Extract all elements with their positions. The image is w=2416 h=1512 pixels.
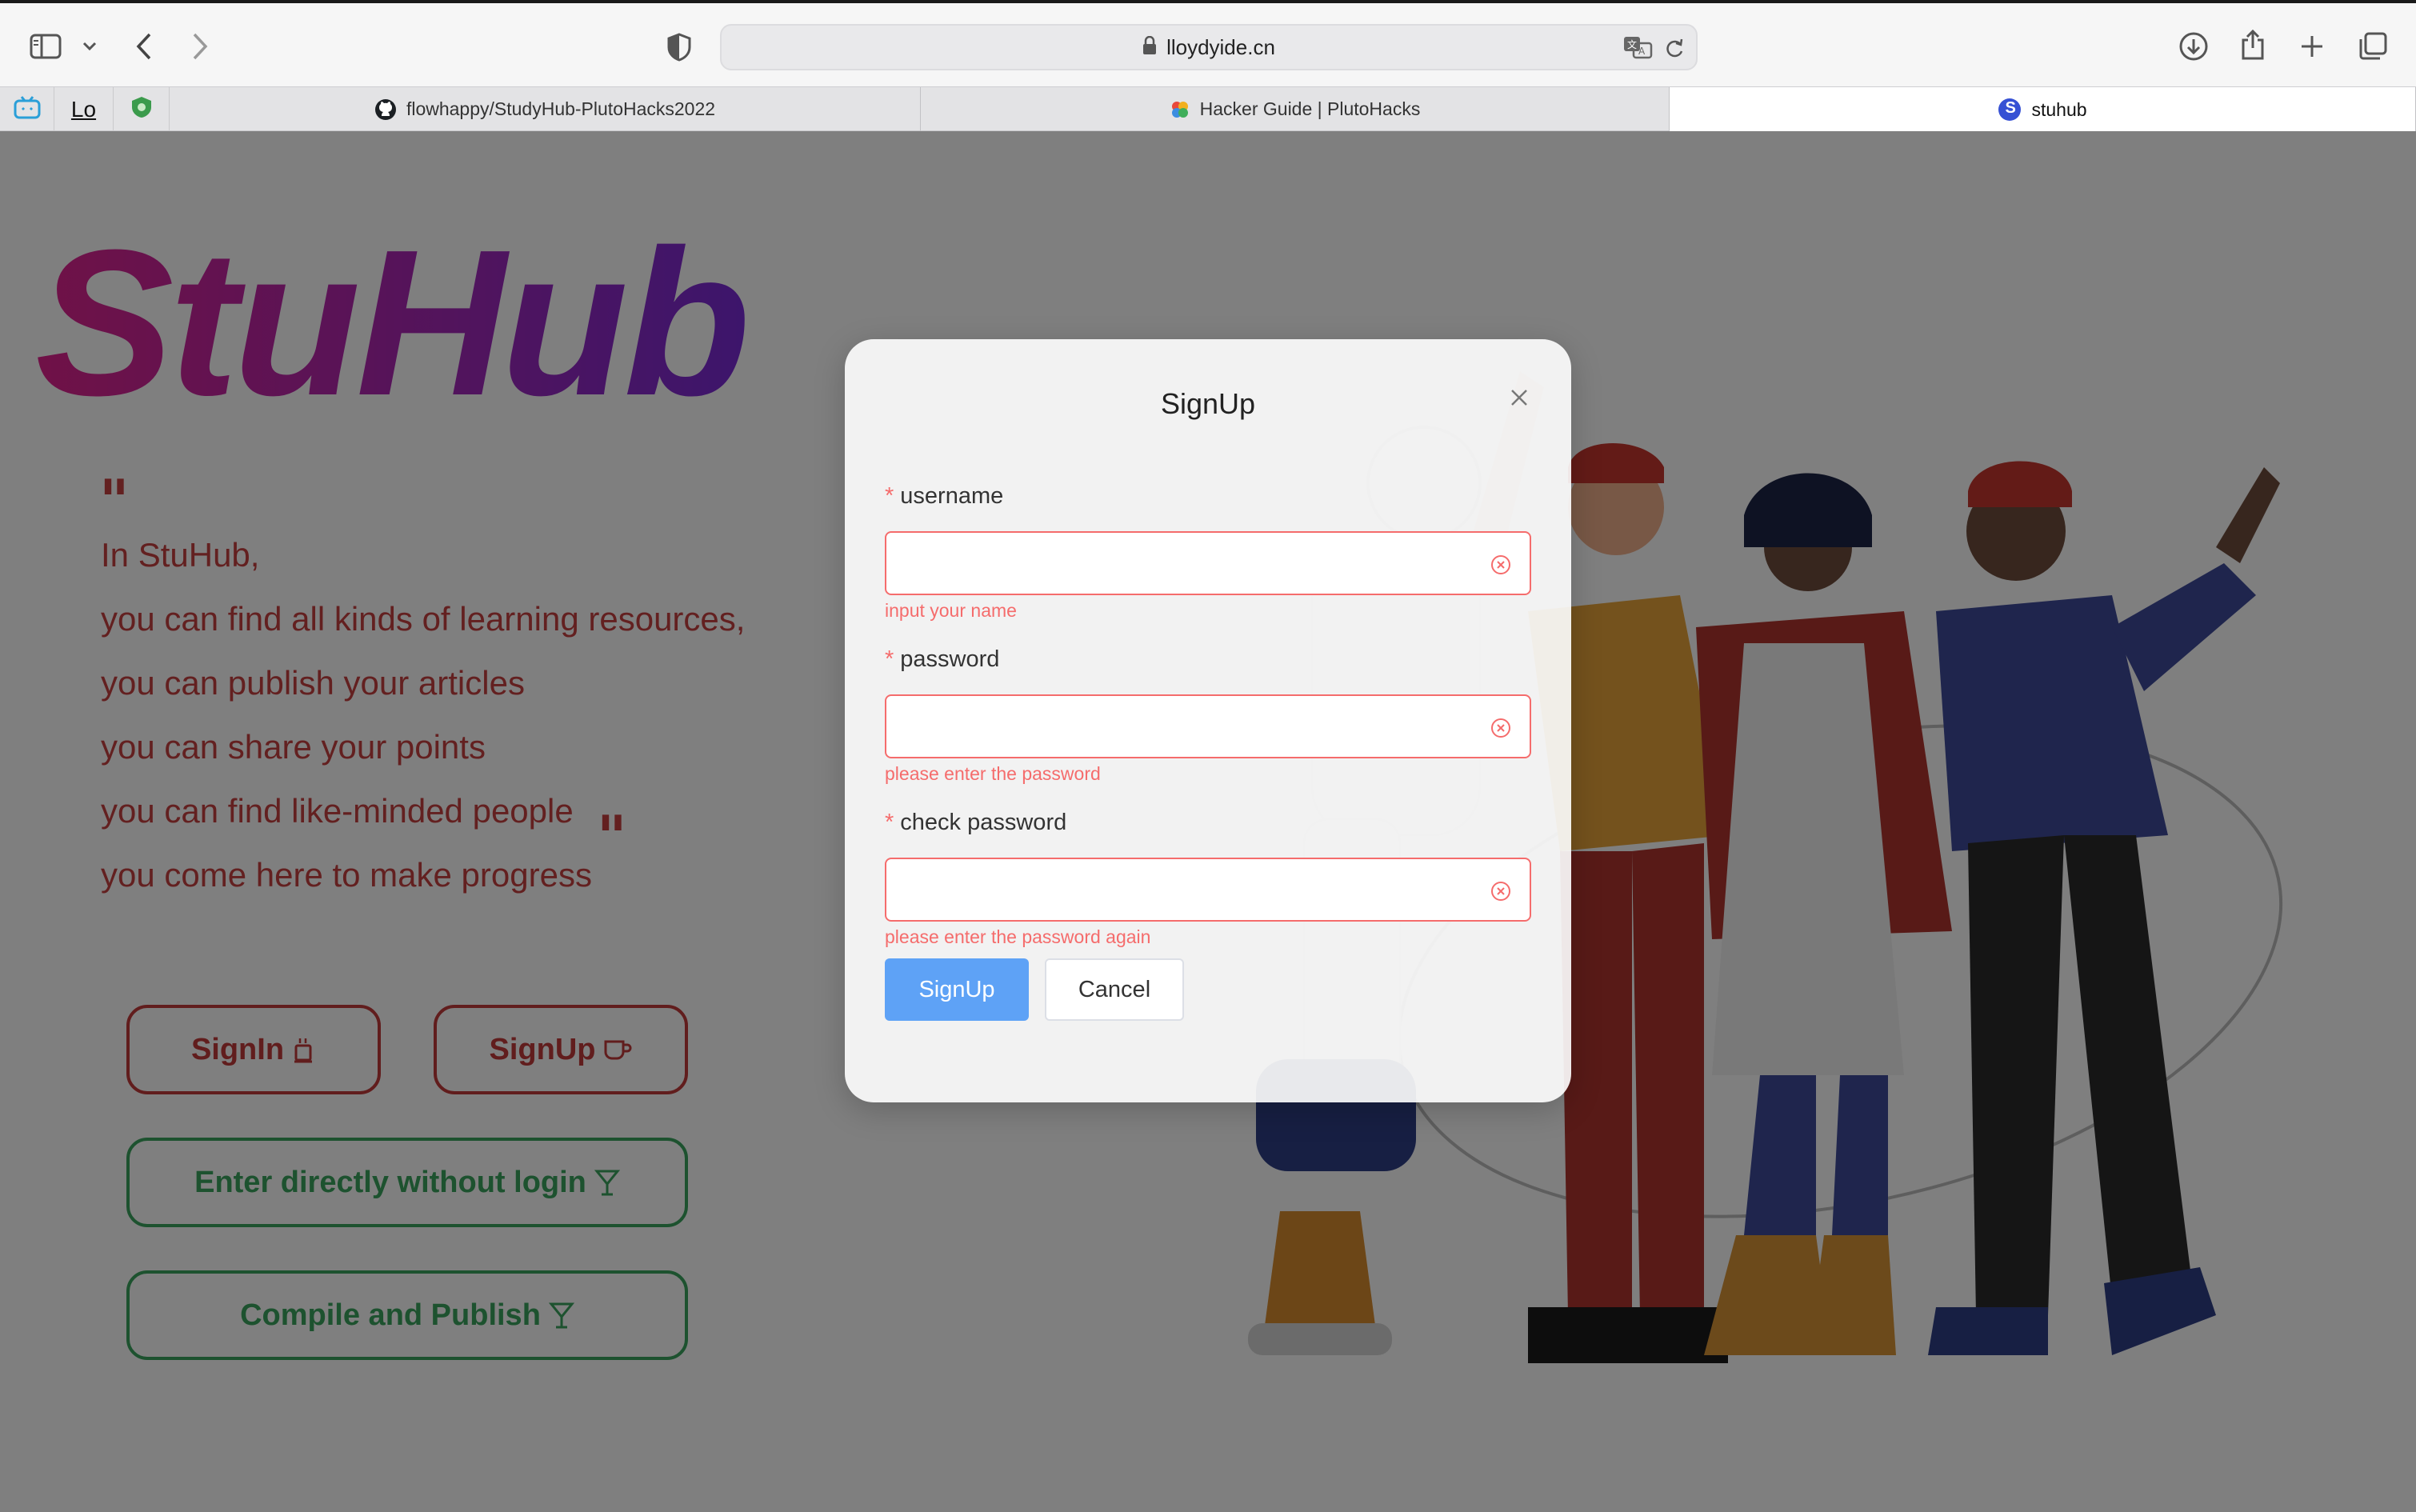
translate-icon[interactable]: 文A [1622, 35, 1653, 63]
clear-icon[interactable] [1490, 554, 1512, 576]
tab-label: flowhappy/StudyHub-PlutoHacks2022 [406, 98, 716, 119]
chevron-down-icon[interactable] [78, 34, 101, 59]
tab-overview-icon[interactable] [2355, 29, 2390, 64]
tab-label: Hacker Guide | PlutoHacks [1199, 98, 1421, 119]
browser-toolbar: lloydyide.cn 文A [0, 0, 2416, 86]
privacy-shield-icon[interactable] [664, 30, 694, 64]
password-label-text: password [900, 646, 1000, 672]
username-input[interactable] [902, 547, 1478, 581]
pinned-tab-bilibili[interactable] [0, 87, 54, 131]
password-field[interactable] [885, 694, 1531, 758]
username-label-text: username [900, 483, 1004, 509]
svg-text:A: A [1638, 46, 1646, 57]
clear-icon[interactable] [1490, 717, 1512, 739]
page: StuHub " In StuHub, you can find all kin… [0, 131, 2416, 1512]
share-icon[interactable] [2237, 26, 2269, 64]
submit-signup-button[interactable]: SignUp [885, 958, 1029, 1021]
download-icon[interactable] [2176, 29, 2211, 64]
lock-icon [1142, 35, 1157, 59]
pinned-tab-extension[interactable] [114, 87, 170, 131]
check-password-label: * check password [885, 810, 1066, 836]
flower-icon [1170, 99, 1190, 120]
s-logo-icon: S [1998, 98, 2022, 122]
check-password-error: please enter the password again [885, 926, 1151, 947]
dialog-title: SignUp [1160, 387, 1256, 420]
tab-github[interactable]: flowhappy/StudyHub-PlutoHacks2022 [170, 87, 921, 131]
forward-icon[interactable] [184, 27, 216, 66]
clear-icon[interactable] [1490, 880, 1512, 902]
new-tab-icon[interactable] [2296, 29, 2328, 64]
password-error: please enter the password [885, 763, 1101, 784]
cancel-button[interactable]: Cancel [1045, 958, 1184, 1021]
username-field[interactable] [885, 531, 1531, 595]
sidebar-toggle-icon[interactable] [27, 30, 64, 62]
tv-icon [14, 95, 41, 123]
tab-stuhub[interactable]: S stuhub [1670, 87, 2416, 132]
password-label: * password [885, 646, 999, 673]
tab-bar: Lo flowhappy/StudyHub-PlutoHacks2022 Hac… [0, 86, 2416, 132]
github-icon [374, 98, 397, 121]
tab-hacker-guide[interactable]: Hacker Guide | PlutoHacks [921, 87, 1670, 131]
back-icon[interactable] [128, 27, 160, 66]
check-password-field[interactable] [885, 858, 1531, 922]
username-label: * username [885, 483, 1003, 510]
check-password-input[interactable] [902, 874, 1478, 907]
required-mark: * [885, 483, 894, 509]
close-icon[interactable] [1501, 379, 1538, 416]
svg-text:文: 文 [1627, 38, 1637, 50]
url-text: lloydyide.cn [1166, 34, 1275, 59]
shield-icon [130, 95, 153, 123]
check-password-label-text: check password [900, 810, 1067, 835]
reload-icon[interactable] [1664, 37, 1685, 63]
signup-dialog: SignUp * username input your name * passwo… [845, 339, 1571, 1102]
required-mark: * [885, 810, 894, 835]
address-bar[interactable]: lloydyide.cn 文A [720, 24, 1698, 70]
s-logo-letter: S [2005, 99, 2016, 117]
username-error: input your name [885, 600, 1017, 621]
pinned-tab-lo[interactable]: Lo [54, 87, 114, 131]
tab-label: stuhub [2031, 98, 2087, 120]
required-mark: * [885, 646, 894, 672]
password-input[interactable] [902, 710, 1478, 744]
